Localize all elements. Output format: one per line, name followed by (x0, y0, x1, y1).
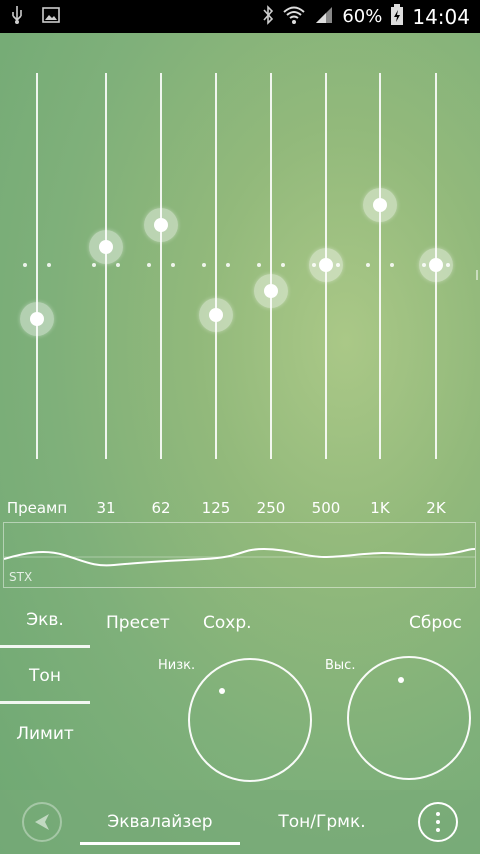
menu-dot-icon (436, 820, 440, 824)
treble-knob[interactable] (347, 656, 471, 780)
back-arrow-icon (35, 814, 49, 830)
eq-slider-track[interactable] (379, 73, 381, 459)
eq-slider-track[interactable] (215, 73, 217, 459)
bass-knob[interactable] (188, 658, 312, 782)
eq-slider-knob[interactable] (363, 188, 397, 222)
eq-zero-marker (171, 263, 175, 267)
tab-tone-side-label: Тон (29, 665, 61, 686)
eq-slider-track[interactable] (160, 73, 162, 459)
back-button[interactable] (22, 802, 62, 842)
bottom-navigation: Эквалайзер Тон/Грмк. (0, 790, 480, 854)
tab-tone-side[interactable]: Тон (0, 650, 90, 704)
eq-zero-marker (92, 263, 96, 267)
curve-label: STX (9, 570, 33, 584)
treble-knob-indicator (398, 677, 404, 683)
overflow-menu-button[interactable] (418, 802, 458, 842)
menu-dot-icon (436, 828, 440, 832)
signal-icon (314, 5, 334, 29)
scroll-indicator (476, 270, 478, 280)
treble-label: Выс. (325, 658, 356, 673)
active-tab-indicator (80, 842, 240, 845)
tab-eq-side[interactable]: Экв. (0, 594, 90, 648)
tab-eq-side-label: Экв. (26, 609, 64, 630)
eq-slider-knob[interactable] (144, 208, 178, 242)
menu-dot-icon (436, 812, 440, 816)
bluetooth-icon (262, 4, 274, 29)
eq-slider-knob[interactable] (309, 248, 343, 282)
eq-zero-marker (202, 263, 206, 267)
tab-tone-volume[interactable]: Тон/Грмк. (260, 812, 384, 832)
eq-slider-knob[interactable] (419, 248, 453, 282)
wifi-icon (282, 5, 306, 29)
eq-band-label: Преамп (6, 499, 68, 517)
bass-label: Низк. (158, 658, 196, 673)
eq-zero-marker (390, 263, 394, 267)
eq-slider-knob[interactable] (199, 298, 233, 332)
eq-slider-track[interactable] (270, 73, 272, 459)
eq-zero-marker (23, 263, 27, 267)
reset-button[interactable]: Сброс (409, 613, 462, 633)
eq-zero-marker (47, 263, 51, 267)
eq-slider-knob[interactable] (20, 302, 54, 336)
battery-icon (390, 3, 404, 30)
eq-slider-knob[interactable] (89, 230, 123, 264)
eq-curve-graph (4, 547, 475, 567)
image-icon (42, 6, 60, 27)
preset-button[interactable]: Пресет (106, 613, 170, 633)
save-button[interactable]: Сохр. (203, 613, 252, 633)
battery-percent: 60% (342, 6, 383, 27)
tab-equalizer[interactable]: Эквалайзер (80, 812, 240, 832)
usb-icon (10, 5, 24, 28)
eq-zero-marker (281, 263, 285, 267)
bass-knob-indicator (219, 688, 225, 694)
eq-slider-knob[interactable] (254, 274, 288, 308)
eq-slider-track[interactable] (105, 73, 107, 459)
eq-band-label: 2K (426, 499, 446, 517)
eq-zero-marker (226, 263, 230, 267)
status-bar: 60% 14:04 (0, 0, 480, 33)
eq-zero-marker (147, 263, 151, 267)
clock: 14:04 (412, 4, 470, 29)
eq-slider-track[interactable] (36, 73, 38, 459)
eq-curve-preview: STX (3, 522, 476, 588)
eq-zero-marker (366, 263, 370, 267)
tab-limit-side-label: Лимит (16, 724, 74, 744)
eq-zero-marker (116, 263, 120, 267)
equalizer-panel: Преамп 31 62 125 250 500 1K 2K (0, 33, 480, 523)
tab-limit-side[interactable]: Лимит (0, 707, 90, 761)
eq-zero-marker (257, 263, 261, 267)
